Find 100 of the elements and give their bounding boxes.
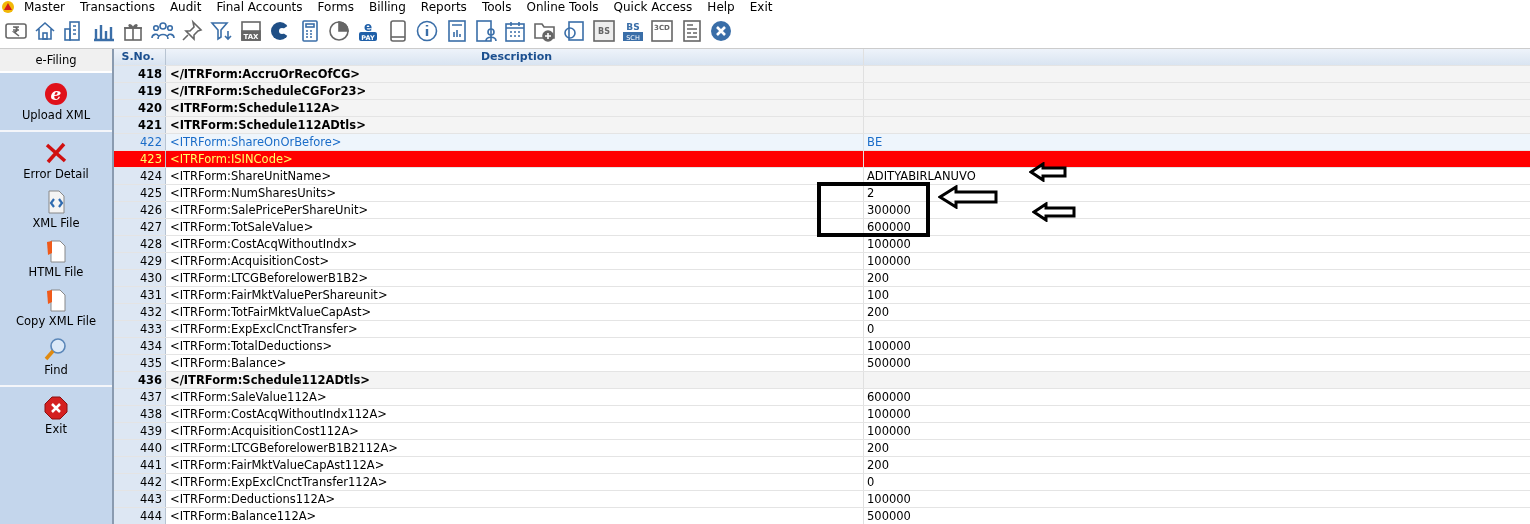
row-number: 443	[114, 491, 166, 507]
annotation-arrow	[1029, 162, 1069, 182]
table-cell: <ITRForm:CostAcqWithoutIndx>	[166, 236, 864, 252]
table-cell: <ITRForm:Deductions112A>	[166, 491, 864, 507]
table-cell: 100000	[867, 492, 911, 506]
row-number: 425	[114, 185, 166, 201]
search-icon	[43, 336, 69, 362]
table-cell: <ITRForm:Balance112A>	[166, 508, 864, 524]
table-cell: <ITRForm:ShareOnOrBefore>	[166, 134, 864, 150]
sidebar-item[interactable]: XML File	[0, 185, 112, 234]
e-logo-icon: e	[43, 81, 69, 107]
sidebar-item[interactable]: Copy XML File	[0, 283, 112, 332]
menu-item[interactable]: Forms	[317, 0, 355, 14]
table-cell: <ITRForm:TotalDeductions>	[166, 338, 864, 354]
sidebar-item[interactable]: Error Detail	[0, 136, 112, 185]
table-cell: 100000	[867, 237, 911, 251]
row-number: 431	[114, 287, 166, 303]
table-cell: BE	[867, 135, 883, 149]
menu-item[interactable]: Master	[24, 0, 65, 14]
menu-item[interactable]: Audit	[169, 0, 202, 14]
row-number: 435	[114, 355, 166, 371]
menu-item[interactable]: Transactions	[80, 0, 155, 14]
table-cell: 200	[867, 271, 889, 285]
row-number: 419	[114, 83, 166, 99]
table-cell: <ITRForm:CostAcqWithoutIndx112A>	[166, 406, 864, 422]
table-cell: 100000	[867, 254, 911, 268]
menu-item[interactable]: Online Tools	[526, 0, 599, 14]
table-cell: 500000	[867, 509, 911, 523]
sidebar-item[interactable]: HTML File	[0, 234, 112, 283]
menu-item[interactable]: Final Accounts	[216, 0, 303, 14]
table-cell: 100000	[867, 339, 911, 353]
table-cell: </ITRForm:ScheduleCGFor23>	[166, 83, 864, 99]
calendar-icon	[503, 19, 528, 43]
row-number: 427	[114, 219, 166, 235]
row-number: 418	[114, 66, 166, 82]
table-cell: 600000	[867, 390, 911, 404]
menu-item[interactable]: Exit	[749, 0, 773, 14]
app-logo-icon	[1, 0, 15, 14]
menu-item[interactable]: Billing	[369, 0, 406, 14]
table-cell: 100000	[867, 407, 911, 421]
row-number: 424	[114, 168, 166, 184]
row-number: 441	[114, 457, 166, 473]
table-cell: <ITRForm:LTCGBeforelowerB1B2112A>	[166, 440, 864, 456]
row-number: 433	[114, 321, 166, 337]
row-number: 438	[114, 406, 166, 422]
menu-item[interactable]: Reports	[420, 0, 467, 14]
table-cell: 0	[867, 475, 875, 489]
contact-book-icon	[473, 19, 498, 43]
table-cell: <ITRForm:FairMktValueCapAst112A>	[166, 457, 864, 473]
row-number: 429	[114, 253, 166, 269]
table-cell: <ITRForm:TotFairMktValueCapAst>	[166, 304, 864, 320]
menu-item[interactable]: Help	[707, 0, 735, 14]
table-cell: <ITRForm:ExpExclCnctTransfer>	[166, 321, 864, 337]
table-cell: 500000	[867, 356, 911, 370]
close-icon	[709, 19, 734, 43]
row-number: 442	[114, 474, 166, 490]
table-cell: <ITRForm:ExpExclCnctTransfer112A>	[166, 474, 864, 490]
sidebar-title: e-Filing	[0, 49, 112, 73]
table-cell: 300000	[867, 203, 911, 217]
info-icon	[415, 19, 440, 43]
table-cell: <ITRForm:ISINCode>	[166, 151, 864, 167]
annotation-arrow	[1032, 202, 1078, 222]
sidebar-item[interactable]: Exit	[0, 391, 112, 440]
table-cell: </ITRForm:Schedule112ADtls>	[166, 372, 864, 388]
row-number: 420	[114, 100, 166, 116]
table-cell: 200	[867, 441, 889, 455]
table-cell: 200	[867, 458, 889, 472]
row-number: 430	[114, 270, 166, 286]
table-cell: <ITRForm:SaleValue112A>	[166, 389, 864, 405]
table-cell: 600000	[867, 220, 911, 234]
table-cell: ADITYABIRLANUVO	[867, 169, 976, 183]
row-number: 437	[114, 389, 166, 405]
row-number: 444	[114, 508, 166, 524]
document-icon	[562, 19, 587, 43]
pin-icon	[180, 19, 205, 43]
exit-icon	[43, 395, 69, 421]
row-number: 428	[114, 236, 166, 252]
column-header: Description	[166, 49, 864, 65]
table-cell: <ITRForm:Schedule112ADtls>	[166, 117, 864, 133]
table-cell: <ITRForm:FairMktValuePerShareunit>	[166, 287, 864, 303]
table-cell: 100000	[867, 424, 911, 438]
cross-icon	[43, 140, 69, 166]
table-cell: 100	[867, 288, 889, 302]
table-cell: </ITRForm:AccruOrRecOfCG>	[166, 66, 864, 82]
row-number: 439	[114, 423, 166, 439]
table-cell: 200	[867, 305, 889, 319]
table-cell: <ITRForm:NumSharesUnits>	[166, 185, 864, 201]
row-number: 426	[114, 202, 166, 218]
menu-item[interactable]: Quick Access	[613, 0, 693, 14]
table-cell: 2	[867, 186, 875, 200]
pie-chart-icon	[327, 19, 351, 43]
column-header: S.No.	[114, 49, 166, 65]
table-cell: <ITRForm:AcquisitionCost112A>	[166, 423, 864, 439]
menu-item[interactable]: Tools	[481, 0, 512, 14]
table-cell: <ITRForm:LTCGBeforelowerB1B2>	[166, 270, 864, 286]
table-cell: 0	[867, 322, 875, 336]
row-number: 440	[114, 440, 166, 456]
table-cell: <ITRForm:SalePricePerShareUnit>	[166, 202, 864, 218]
sidebar-item[interactable]: Find	[0, 332, 112, 381]
sidebar-item[interactable]: e Upload XML	[0, 77, 112, 126]
